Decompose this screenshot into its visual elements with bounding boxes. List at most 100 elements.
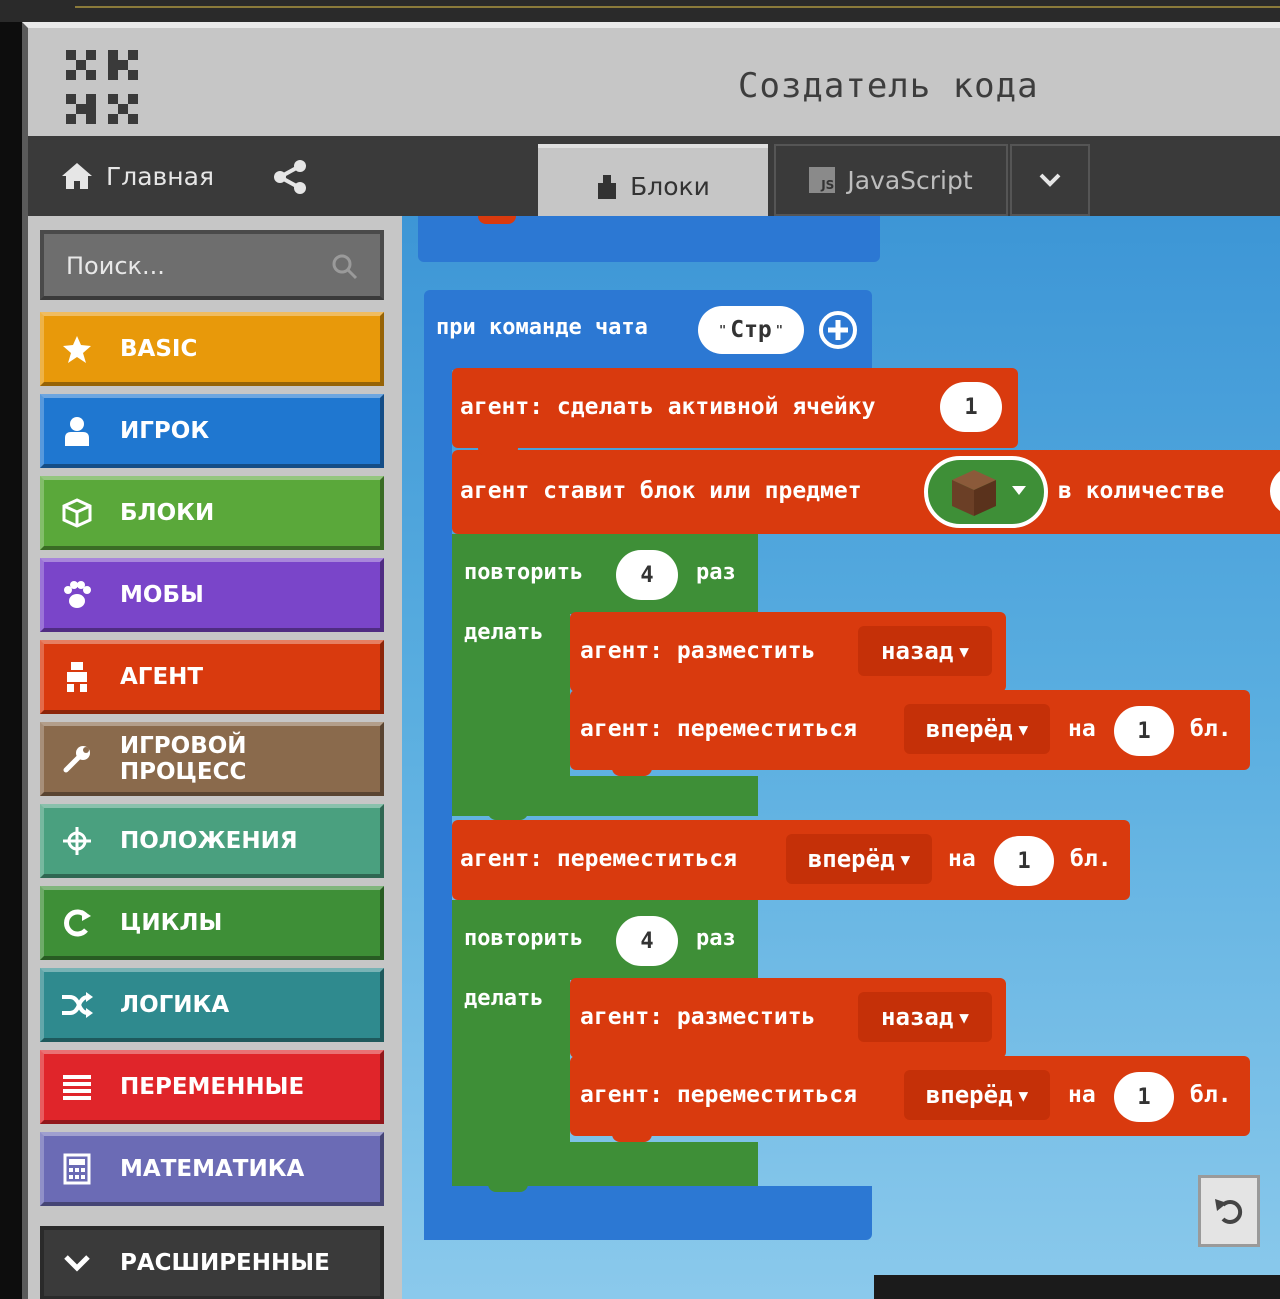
collapse-logo-icon[interactable] — [64, 48, 140, 126]
category-label: АГЕНТ — [120, 664, 204, 690]
distance-field[interactable]: 1 — [1114, 706, 1174, 756]
direction-dropdown[interactable]: вперёд ▼ — [904, 1070, 1050, 1120]
category-loops[interactable]: ЦИКЛЫ — [40, 886, 384, 960]
category-label: ИГРОК — [120, 418, 210, 444]
category-logic[interactable]: ЛОГИКА — [40, 968, 384, 1042]
category-gameplay[interactable]: ИГРОВОЙ ПРОЦЕСС — [40, 722, 384, 796]
title-bar: Создатель кода — [28, 28, 1280, 136]
move-label: агент: переместиться — [580, 1082, 857, 1108]
direction-value: назад — [881, 1003, 954, 1031]
category-label: БЛОКИ — [120, 500, 215, 526]
repeat-count-field[interactable]: 4 — [616, 916, 678, 966]
on-label: на — [1068, 716, 1096, 742]
item-picker[interactable] — [924, 456, 1048, 528]
editor-window: Создатель кода Главная Блоки JS JavaScri… — [22, 22, 1280, 1299]
category-agent[interactable]: АГЕНТ — [40, 640, 384, 714]
search-icon[interactable] — [332, 254, 358, 280]
tab-blocks-label: Блоки — [630, 171, 710, 201]
dirt-block-icon — [952, 470, 996, 516]
top-strip — [0, 0, 1280, 22]
move-label: агент: переместиться — [460, 846, 737, 872]
top-accent-line — [75, 6, 1280, 8]
category-label: РАСШИРЕННЫЕ — [120, 1250, 330, 1276]
tab-blocks[interactable]: Блоки — [538, 144, 768, 224]
category-advanced[interactable]: РАСШИРЕННЫЕ — [40, 1226, 384, 1299]
category-positions[interactable]: ПОЛОЖЕНИЯ — [40, 804, 384, 878]
chat-command-arg[interactable]: " Стр " — [698, 306, 804, 354]
add-parameter-icon[interactable] — [818, 310, 858, 350]
star-icon — [60, 332, 94, 366]
chat-command-text: Стр — [730, 317, 772, 343]
toolbox-sidebar: Поиск... BASIC ИГРОК БЛОКИ МОБЫ АГЕНТ ИГ… — [28, 216, 394, 1299]
undo-button[interactable] — [1198, 1175, 1260, 1247]
place-label: агент: разместить — [580, 638, 816, 664]
distance-field[interactable]: 1 — [1114, 1072, 1174, 1122]
category-math[interactable]: МАТЕМАТИКА — [40, 1132, 384, 1206]
bottom-bar — [874, 1275, 1280, 1299]
home-icon — [62, 163, 92, 189]
direction-dropdown[interactable]: назад ▼ — [858, 626, 992, 676]
undo-icon — [1215, 1199, 1243, 1224]
category-blocks[interactable]: БЛОКИ — [40, 476, 384, 550]
crosshair-icon — [60, 824, 94, 858]
event-block-spine — [424, 370, 452, 1240]
event-block-footer — [424, 1186, 872, 1240]
dropdown-arrow-icon: ▼ — [1018, 719, 1029, 739]
search-placeholder: Поиск... — [66, 252, 165, 280]
direction-dropdown[interactable]: вперёд ▼ — [904, 704, 1050, 754]
repeat-loop-footer — [452, 1142, 758, 1186]
repeat-label: повторить — [464, 560, 584, 585]
dropdown-arrow-icon: ▼ — [959, 641, 969, 661]
quantity-label: в количестве — [1058, 478, 1225, 504]
move-label: агент: переместиться — [580, 716, 857, 742]
category-variables[interactable]: ПЕРЕМЕННЫЕ — [40, 1050, 384, 1124]
direction-dropdown[interactable]: вперёд ▼ — [786, 834, 932, 884]
nav-bar: Главная Блоки JS JavaScript — [28, 136, 1280, 224]
tab-more-dropdown[interactable] — [1010, 144, 1090, 216]
chevron-down-icon — [60, 1246, 94, 1280]
list-icon — [60, 1070, 94, 1104]
direction-dropdown[interactable]: назад ▼ — [858, 992, 992, 1042]
shuffle-icon — [60, 988, 94, 1022]
paw-icon — [60, 578, 94, 612]
share-button[interactable] — [272, 160, 308, 198]
repeat-count-field[interactable]: 4 — [616, 550, 678, 600]
direction-value: вперёд — [925, 1081, 1013, 1109]
javascript-icon: JS — [809, 167, 836, 193]
left-edge — [0, 22, 22, 1299]
category-label: BASIC — [120, 336, 198, 362]
dropdown-arrow-icon: ▼ — [900, 849, 911, 869]
direction-value: назад — [881, 637, 954, 665]
search-input[interactable]: Поиск... — [40, 230, 384, 300]
share-icon — [274, 160, 306, 194]
category-basic[interactable]: BASIC — [40, 312, 384, 386]
category-label: ПОЛОЖЕНИЯ — [120, 828, 298, 854]
home-button[interactable]: Главная — [60, 158, 214, 194]
tab-javascript[interactable]: JS JavaScript — [774, 144, 1008, 216]
calculator-icon — [60, 1152, 94, 1186]
place-item-label: агент ставит блок или предмет — [460, 478, 862, 504]
distance-field[interactable]: 1 — [994, 836, 1054, 886]
category-player[interactable]: ИГРОК — [40, 394, 384, 468]
block-notch — [478, 216, 516, 224]
cube-icon — [60, 496, 94, 530]
do-label: делать — [464, 620, 544, 645]
on-label: на — [1068, 1082, 1096, 1108]
wrench-icon — [60, 742, 94, 776]
person-icon — [60, 414, 94, 448]
block-notch — [612, 1132, 652, 1142]
category-label: ЦИКЛЫ — [120, 910, 223, 936]
slot-number-field[interactable]: 1 — [940, 382, 1002, 432]
category-mobs[interactable]: МОБЫ — [40, 558, 384, 632]
app-title: Создатель кода — [738, 66, 1039, 106]
times-label: раз — [696, 560, 736, 585]
unit-label: бл. — [1190, 1082, 1232, 1108]
blocks-workspace[interactable]: при команде чата " Стр " агент: сделать ак… — [402, 216, 1280, 1299]
repeat-label: повторить — [464, 926, 584, 951]
agent-icon — [60, 660, 94, 694]
direction-value: вперёд — [925, 715, 1013, 743]
dropdown-arrow-icon — [1012, 486, 1026, 495]
category-label: ПЕРЕМЕННЫЕ — [120, 1074, 305, 1100]
chevron-down-icon — [1039, 173, 1061, 187]
unit-label: бл. — [1070, 846, 1112, 872]
